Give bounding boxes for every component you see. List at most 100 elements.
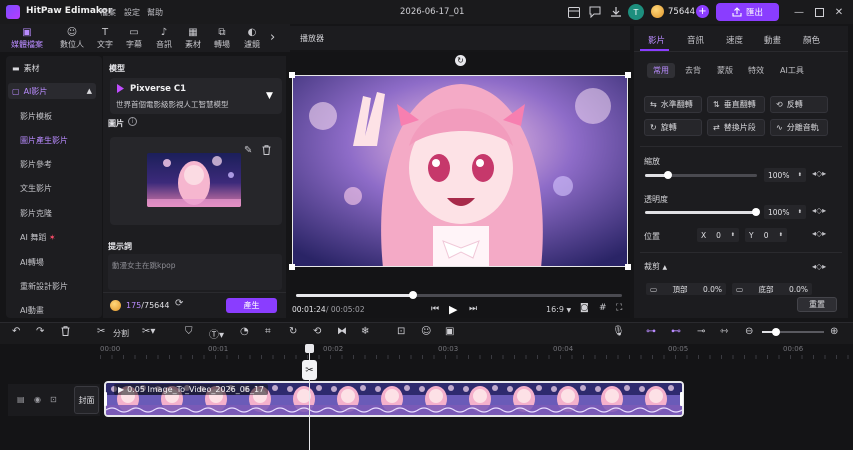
download-icon[interactable] [609, 5, 623, 19]
position-y-field[interactable]: Y 0 ⬍ [745, 228, 787, 242]
subtab-mask[interactable]: 蒙版 [711, 63, 739, 78]
scale-value-field[interactable]: 100% ⬍ [764, 168, 806, 182]
rewind-icon[interactable]: ⟲ [313, 326, 321, 337]
crop-top-field[interactable]: ▭ 頂部 0.0% [646, 283, 726, 295]
add-credits-button[interactable]: + [696, 5, 709, 18]
reverse-button[interactable]: ⟲ 反轉 [770, 96, 828, 113]
nav-assets[interactable]: ▬ 素材 [8, 60, 96, 76]
text-tool-icon[interactable]: Ⓣ▾ [209, 326, 224, 341]
seek-handle[interactable] [409, 291, 417, 299]
menu-file[interactable]: 檔案 [100, 7, 116, 18]
tab-video[interactable]: 影片 [648, 34, 665, 46]
subtab-remove-bg[interactable]: 去背 [679, 63, 707, 78]
delete-icon[interactable] [61, 326, 70, 339]
layout-icon[interactable] [567, 5, 581, 19]
tab-speed[interactable]: 速度 [726, 34, 743, 46]
maximize-icon[interactable] [812, 5, 826, 19]
playhead-handle[interactable] [305, 344, 314, 353]
resize-handle[interactable] [289, 264, 295, 270]
track-toggle-icon[interactable]: ▤ [17, 395, 25, 404]
trash-icon[interactable] [262, 145, 271, 158]
nav-ai-transition[interactable]: AI轉場 [20, 257, 44, 268]
rotate-button[interactable]: ↻ 旋轉 [644, 119, 702, 136]
resize-handle[interactable] [625, 264, 631, 270]
replace-clip-button[interactable]: ⇄ 替換片段 [707, 119, 765, 136]
clip-trim-handle-right[interactable] [680, 392, 683, 406]
refresh-icon[interactable]: ⟳ [175, 298, 183, 309]
face-icon[interactable]: ☺ [421, 326, 431, 337]
position-x-field[interactable]: X 0 ⬍ [697, 228, 739, 242]
resize-handle[interactable] [625, 72, 631, 78]
zoom-in-icon[interactable]: ⊕ [830, 326, 838, 337]
split-icon[interactable]: ✂ [97, 326, 105, 337]
next-frame-icon[interactable]: ⏭ [469, 304, 477, 314]
tab-media[interactable]: ▣ 媒體檔案 [9, 26, 45, 52]
keyframe-icon[interactable]: ◂◇▸ [812, 262, 826, 271]
clip-trim-handle-left[interactable] [104, 392, 107, 406]
previous-frame-icon[interactable]: ⏮ [431, 304, 439, 314]
edit-pencil-icon[interactable]: ✎ [244, 145, 252, 156]
eye-icon[interactable]: ◉ [34, 395, 41, 404]
fullscreen-icon[interactable]: ⛶ [616, 303, 622, 313]
nav-video-template[interactable]: 影片模板 [20, 111, 52, 122]
tab-audio-props[interactable]: 音訊 [687, 34, 704, 46]
split-label[interactable]: 分割 [113, 328, 129, 339]
zoom-slider-handle[interactable] [772, 328, 780, 336]
undo-icon[interactable]: ↶ [12, 326, 20, 337]
text-box-icon[interactable]: ⊡ [397, 326, 405, 337]
crop-bottom-field[interactable]: ▭ 底部 0.0% [732, 283, 812, 295]
nav-image-to-video[interactable]: 圖片產生影片 [20, 135, 68, 146]
chevron-right-icon[interactable]: › [270, 30, 275, 45]
feedback-icon[interactable] [588, 5, 602, 19]
tab-digital-human[interactable]: ☺ 數位人 [54, 26, 90, 52]
zoom-out-icon[interactable]: ⊖ [745, 326, 753, 337]
reset-button[interactable]: 重置 [797, 297, 837, 312]
mirror-icon[interactable]: ⧓ [337, 326, 347, 337]
rotate-tool-icon[interactable]: ↻ [289, 326, 297, 337]
nav-video-reference[interactable]: 影片參考 [20, 159, 52, 170]
link-icon[interactable]: ⊷ [671, 326, 681, 337]
nav-redesign-video[interactable]: 重新設計影片 [20, 281, 68, 292]
nav-ai-dance[interactable]: AI 舞蹈 ✶ [20, 232, 56, 243]
video-preview[interactable] [292, 75, 628, 267]
resize-handle[interactable] [289, 72, 295, 78]
aspect-ratio-select[interactable]: 16:9 ▼ [546, 305, 571, 314]
nav-ai-video[interactable]: ▢ AI影片 ▲ [8, 83, 96, 99]
nav-ai-animation[interactable]: AI動畫 [20, 305, 44, 316]
subtab-effects[interactable]: 特效 [742, 63, 770, 78]
crop-section[interactable]: 裁剪 ▲ [644, 261, 667, 272]
shield-icon[interactable]: ⛉ [185, 326, 193, 337]
microphone-icon[interactable]: 🎙 [612, 326, 625, 337]
split-options-icon[interactable]: ✂▾ [142, 326, 155, 337]
magnet-icon[interactable]: ⊶ [646, 326, 656, 337]
cover-button[interactable]: 封面 [74, 386, 99, 414]
keyframe-icon[interactable]: ◂◇▸ [812, 169, 826, 178]
close-icon[interactable]: ✕ [832, 5, 846, 19]
opacity-slider[interactable] [645, 211, 757, 214]
freeze-icon[interactable]: ❄ [361, 326, 369, 337]
tab-animation[interactable]: 動畫 [764, 34, 781, 46]
flip-horizontal-button[interactable]: ⇆ 水準翻轉 [644, 96, 702, 113]
generate-button[interactable]: 產生 [226, 298, 277, 313]
camera-icon[interactable]: ◙ [580, 303, 589, 313]
scale-slider-handle[interactable] [664, 171, 672, 179]
detach-audio-button[interactable]: ∿ 分離音軌 [770, 119, 828, 136]
user-avatar[interactable]: T [628, 4, 644, 20]
menu-settings[interactable]: 設定 [124, 7, 140, 18]
tab-color[interactable]: 顏色 [803, 34, 820, 46]
rotate-handle-icon[interactable]: ↻ [455, 55, 466, 66]
nav-video-clone[interactable]: 影片克隆 [20, 208, 52, 219]
redo-icon[interactable]: ↷ [36, 326, 44, 337]
subtab-common[interactable]: 常用 [647, 63, 675, 78]
grid-icon[interactable]: # [599, 303, 607, 313]
crop-tool-icon[interactable]: ⌗ [265, 326, 271, 337]
split-cursor-icon[interactable]: ✂ [302, 360, 317, 380]
nav-text-to-video[interactable]: 文生影片 [20, 183, 52, 194]
fit-timeline-icon[interactable]: ⇿ [720, 326, 728, 337]
image-edit-icon[interactable]: ▣ [445, 326, 454, 337]
track-link-icon[interactable]: ⊸ [697, 326, 705, 337]
tab-filter[interactable]: ◐ 濾鏡 [234, 26, 270, 52]
dropdown-caret-icon[interactable]: ▼ [266, 91, 273, 101]
keyframe-icon[interactable]: ◂◇▸ [812, 206, 826, 215]
minimize-icon[interactable]: — [792, 5, 806, 19]
